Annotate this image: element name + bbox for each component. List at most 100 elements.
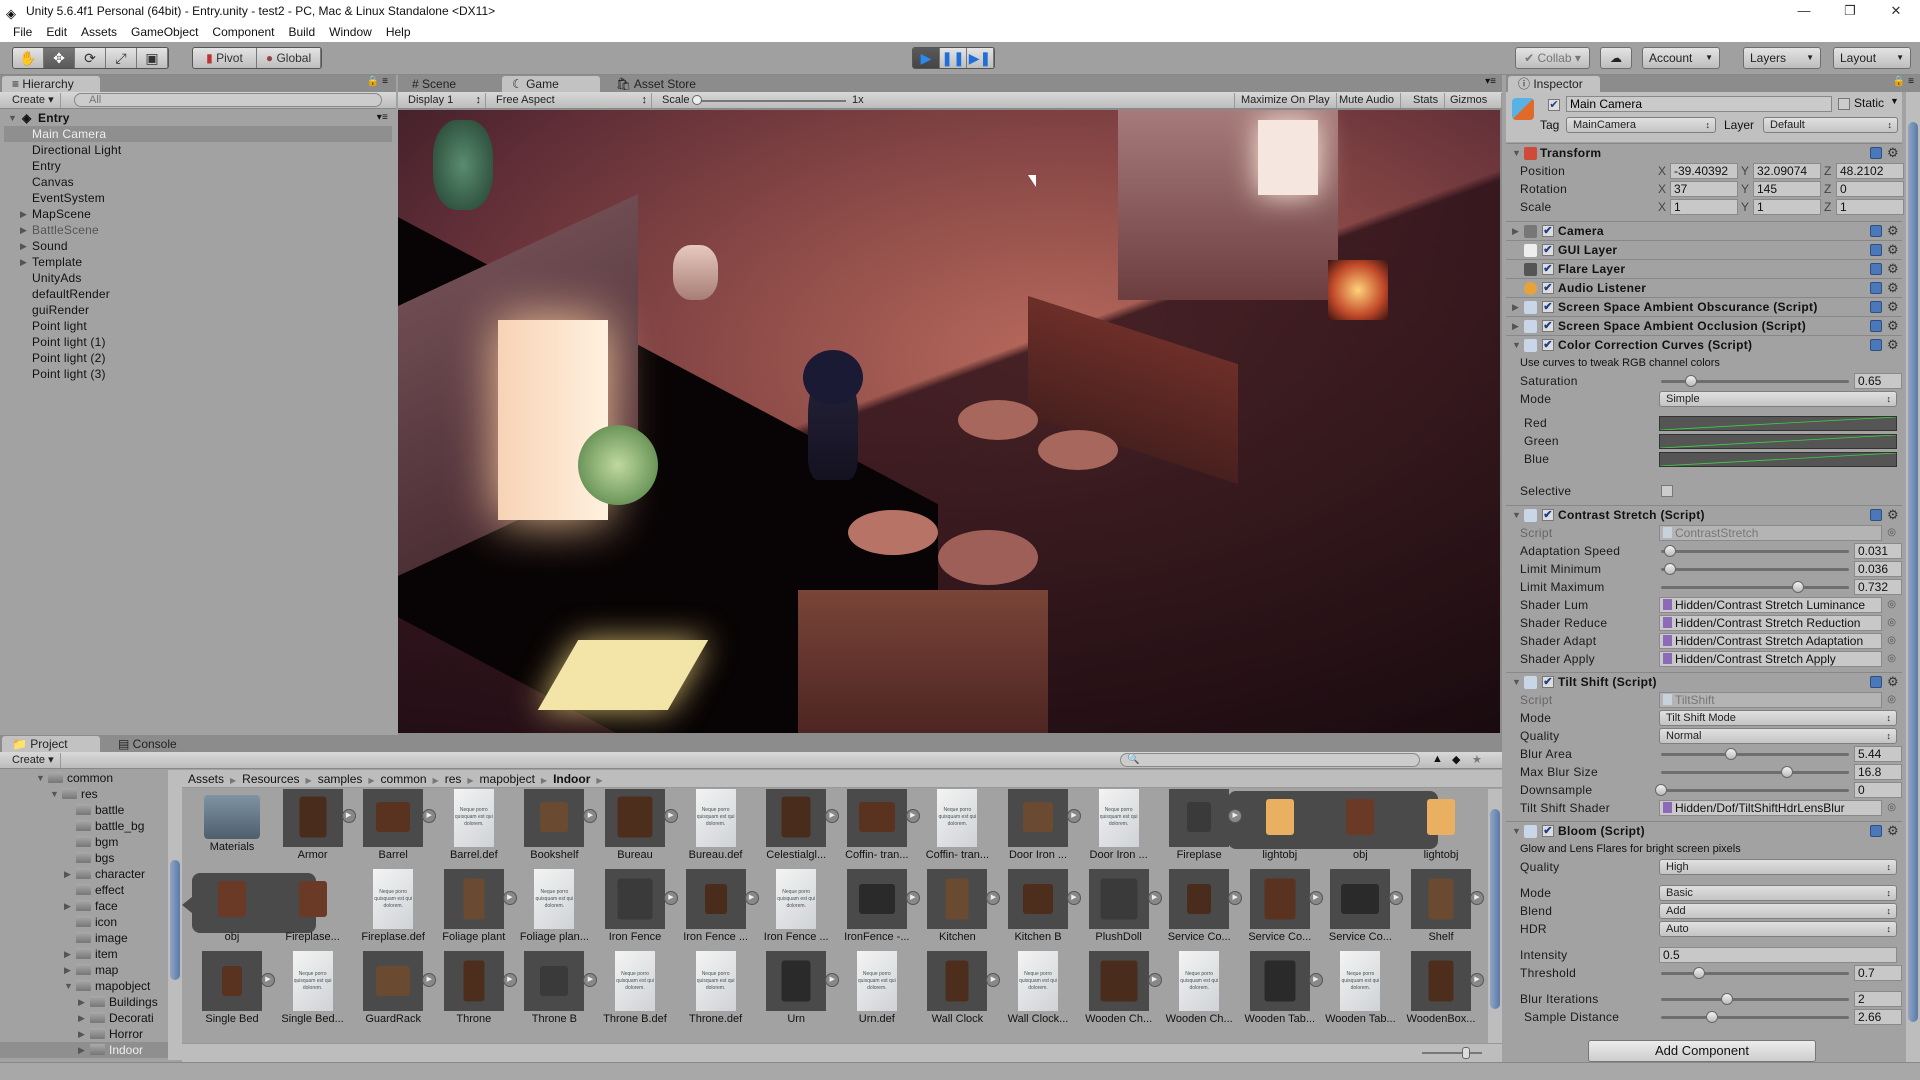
collapse-arrow-icon[interactable]: ▼ — [1512, 336, 1521, 354]
expand-arrow-icon[interactable]: ▶ — [64, 866, 71, 882]
tree-scroll-thumb[interactable] — [170, 860, 180, 980]
layers-dropdown[interactable]: Layers▼ — [1743, 47, 1821, 69]
scale-tool-icon[interactable]: ⤢ — [106, 48, 137, 68]
component-header[interactable]: ✔Audio Listener⚙ — [1506, 278, 1902, 297]
transform-z-field[interactable]: 0 — [1836, 181, 1904, 197]
expand-subassets-icon[interactable]: ▶ — [1470, 891, 1484, 905]
intensity-field[interactable]: 0.5 — [1659, 947, 1897, 963]
minimize-button[interactable]: — — [1782, 0, 1826, 22]
gear-icon[interactable]: ⚙ — [1887, 144, 1899, 162]
layout-dropdown[interactable]: Layout▼ — [1833, 47, 1911, 69]
breadcrumb-item[interactable]: mapobject — [480, 772, 535, 786]
hierarchy-item[interactable]: Directional Light — [4, 142, 392, 158]
help-book-icon[interactable] — [1870, 676, 1882, 688]
slider-knob[interactable] — [1706, 1011, 1718, 1023]
grid-scrollbar[interactable] — [1488, 789, 1502, 1043]
asset-item[interactable]: ▶Barrel — [353, 789, 433, 861]
blue-curve-field[interactable] — [1659, 452, 1897, 467]
layer-dropdown[interactable]: Default — [1763, 117, 1898, 133]
transform-z-field[interactable]: 48.2102 — [1836, 163, 1904, 179]
expand-arrow-icon[interactable]: ▼ — [8, 110, 17, 126]
component-header[interactable]: ✔GUI Layer⚙ — [1506, 240, 1902, 259]
expand-arrow-icon[interactable]: ▶ — [78, 1042, 85, 1058]
slider-knob[interactable] — [1792, 581, 1804, 593]
maximize-on-play-toggle[interactable]: Maximize On Play — [1234, 93, 1337, 108]
transform-x-field[interactable]: -39.40392 — [1670, 163, 1738, 179]
number-field[interactable]: 0.7 — [1854, 965, 1902, 981]
number-field[interactable]: 2.66 — [1854, 1009, 1902, 1025]
hierarchy-item[interactable]: defaultRender — [4, 286, 392, 302]
collapse-arrow-icon[interactable]: ▼ — [1512, 822, 1521, 840]
collab-button[interactable]: ✔ Collab ▾ — [1515, 47, 1590, 69]
enabled-checkbox[interactable]: ✔ — [1542, 282, 1554, 294]
asset-item[interactable]: ▶Wooden Tab... — [1240, 951, 1320, 1025]
asset-item[interactable]: Neque porro quisquam est qui dolorem.Fol… — [514, 869, 594, 943]
object-picker-icon[interactable]: ◎ — [1887, 632, 1896, 650]
help-book-icon[interactable] — [1870, 339, 1882, 351]
hierarchy-item[interactable]: Point light (1) — [4, 334, 392, 350]
component-header[interactable]: ✔Flare Layer⚙ — [1506, 259, 1902, 278]
green-curve-field[interactable] — [1659, 434, 1897, 449]
asset-item[interactable]: ▶Kitchen B — [998, 869, 1078, 943]
global-button[interactable]: ● Global — [257, 48, 321, 68]
folder-tree-item[interactable]: bgs — [0, 850, 168, 866]
component-header[interactable]: ▼✔Bloom (Script)⚙ — [1506, 821, 1902, 840]
asset-item[interactable]: Neque porro quisquam est qui dolorem.Bar… — [434, 789, 514, 861]
expand-arrow-icon[interactable]: ▶ — [20, 222, 27, 238]
slider-knob[interactable] — [1664, 563, 1676, 575]
menu-item-file[interactable]: File — [6, 22, 39, 42]
slider-track[interactable] — [1661, 789, 1849, 792]
asset-item[interactable]: ▶Door Iron ... — [998, 789, 1078, 861]
tree-scrollbar[interactable] — [168, 770, 182, 1060]
asset-item[interactable]: Materials — [192, 789, 272, 853]
folder-tree-item[interactable]: ▶item — [0, 946, 168, 962]
display-dropdown[interactable]: Display 1↕ — [402, 93, 486, 108]
pause-button[interactable]: ❚❚ — [940, 48, 967, 68]
folder-tree-item[interactable]: bgm — [0, 834, 168, 850]
hierarchy-search-input[interactable] — [74, 93, 382, 107]
expand-arrow-icon[interactable]: ▶ — [64, 946, 71, 962]
asset-item[interactable]: Neque porro quisquam est qui dolorem.Sin… — [273, 951, 353, 1025]
asset-item[interactable]: obj — [1320, 789, 1400, 861]
tab-console[interactable]: ▤ Console — [108, 736, 187, 753]
enabled-checkbox[interactable]: ✔ — [1542, 244, 1554, 256]
hierarchy-create-button[interactable]: Create ▾ — [6, 93, 61, 108]
asset-item[interactable]: ▶PlushDoll — [1079, 869, 1159, 943]
scale-knob[interactable] — [692, 95, 702, 105]
component-header[interactable]: ▶✔Screen Space Ambient Occlusion (Script… — [1506, 316, 1902, 335]
folder-tree-item[interactable]: ▶Buildings — [0, 994, 168, 1010]
menu-item-gameobject[interactable]: GameObject — [124, 22, 205, 42]
hierarchy-item[interactable]: Entry — [4, 158, 392, 174]
help-book-icon[interactable] — [1870, 301, 1882, 313]
asset-item[interactable]: ▶Fireplase — [1159, 789, 1239, 861]
dropdown[interactable]: High — [1659, 859, 1897, 875]
object-field[interactable]: Hidden/Dof/TiltShiftHdrLensBlur — [1659, 800, 1882, 816]
game-viewport[interactable] — [398, 110, 1500, 733]
hierarchy-item[interactable]: guiRender — [4, 302, 392, 318]
folder-tree-item[interactable]: ▼common — [0, 770, 168, 786]
collapse-arrow-icon[interactable]: ▼ — [50, 786, 59, 802]
slider-knob[interactable] — [1664, 545, 1676, 557]
static-checkbox[interactable] — [1838, 98, 1850, 110]
play-button[interactable]: ▶ — [913, 48, 940, 68]
asset-item[interactable]: obj — [192, 869, 272, 943]
inspector-lock-icon[interactable]: 🔒 ≡ — [1893, 76, 1914, 87]
asset-item[interactable]: ▶WoodenBox... — [1401, 951, 1481, 1025]
asset-item[interactable]: ▶Wooden Ch... — [1079, 951, 1159, 1025]
gizmos-dropdown[interactable]: Gizmos ▾ — [1444, 93, 1502, 108]
expand-arrow-icon[interactable]: ▶ — [20, 238, 27, 254]
asset-item[interactable]: ▶Iron Fence — [595, 869, 675, 943]
number-field[interactable]: 0.036 — [1854, 561, 1902, 577]
breadcrumb-item[interactable]: common — [381, 772, 427, 786]
folder-tree-item[interactable]: ▼mapobject — [0, 978, 168, 994]
transform-y-field[interactable]: 145 — [1753, 181, 1821, 197]
asset-item[interactable]: ▶Kitchen — [917, 869, 997, 943]
asset-item[interactable]: Neque porro quisquam est qui dolorem.Doo… — [1079, 789, 1159, 861]
folder-tree-item[interactable]: battle_bg — [0, 818, 168, 834]
asset-item[interactable]: Neque porro quisquam est qui dolorem.Woo… — [1320, 951, 1400, 1025]
enabled-checkbox[interactable]: ✔ — [1542, 825, 1554, 837]
asset-item[interactable]: ▶Bookshelf — [514, 789, 594, 861]
folder-tree-item[interactable]: ▼res — [0, 786, 168, 802]
asset-item[interactable]: ▶Wall Clock — [917, 951, 997, 1025]
red-curve-field[interactable] — [1659, 416, 1897, 431]
